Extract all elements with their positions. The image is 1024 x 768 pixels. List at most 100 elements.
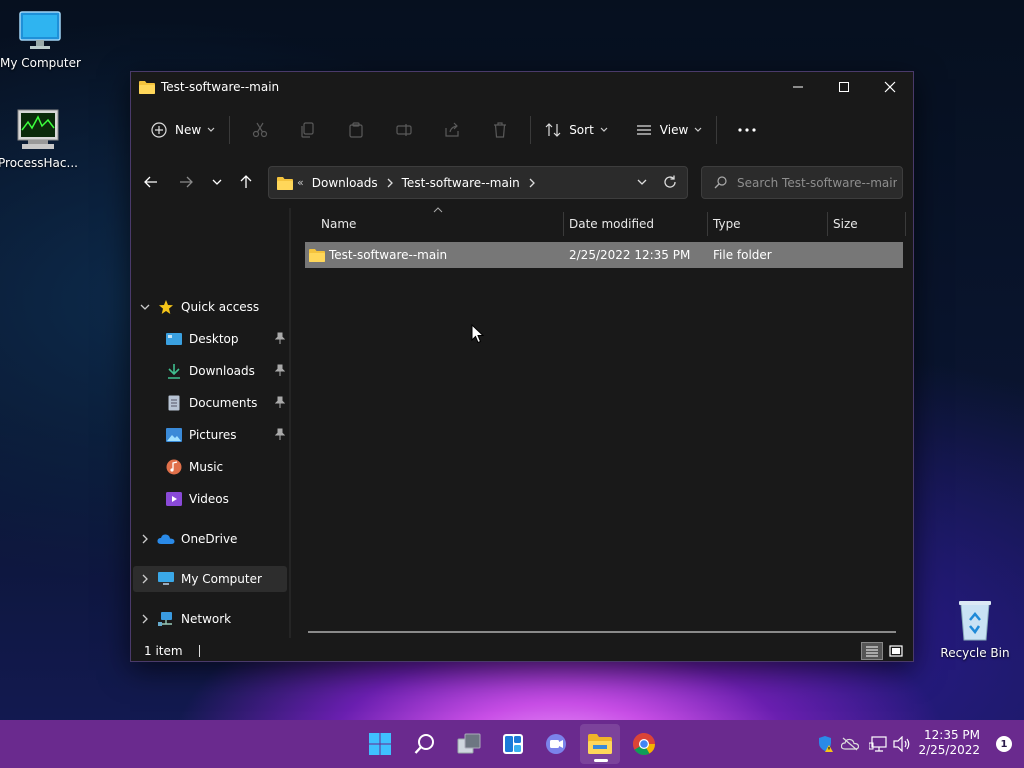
sort-button[interactable]: Sort — [537, 114, 616, 146]
delete-button[interactable] — [476, 114, 524, 146]
desktop-icon-processhacker[interactable]: ProcessHac... — [0, 108, 78, 170]
nav-item-videos[interactable]: Videos — [133, 486, 287, 512]
chevron-down-icon[interactable] — [133, 303, 157, 311]
more-options-button[interactable] — [723, 114, 771, 146]
details-view-icon — [866, 646, 878, 657]
clock-date: 2/25/2022 — [918, 743, 980, 757]
minimize-button[interactable] — [775, 72, 821, 102]
column-divider[interactable] — [707, 212, 708, 236]
chevron-right-icon[interactable] — [133, 614, 157, 624]
details-view-button[interactable] — [861, 642, 883, 660]
network-icon — [157, 611, 175, 627]
search-box[interactable] — [701, 166, 903, 199]
rename-button[interactable] — [380, 114, 428, 146]
nav-item-desktop[interactable]: Desktop — [133, 326, 287, 352]
maximize-button[interactable] — [821, 72, 867, 102]
chevron-right-icon[interactable] — [133, 534, 157, 544]
file-name: Test-software--main — [329, 248, 448, 262]
refresh-button[interactable] — [663, 175, 677, 189]
trash-icon — [494, 122, 507, 138]
sort-button-label: Sort — [569, 123, 594, 137]
new-button-label: New — [175, 123, 202, 137]
up-button[interactable] — [232, 168, 260, 196]
chevron-down-icon — [207, 127, 215, 132]
notification-badge[interactable]: 1 — [996, 736, 1012, 752]
back-button[interactable] — [137, 168, 165, 196]
defender-tray-icon[interactable] — [816, 734, 836, 754]
forward-button[interactable] — [172, 168, 200, 196]
network-tray-icon[interactable] — [868, 734, 888, 754]
new-button[interactable]: New — [143, 114, 223, 146]
start-button[interactable] — [360, 724, 400, 764]
breadcrumb-overflow[interactable]: « — [297, 176, 304, 189]
maximize-icon — [839, 82, 849, 92]
nav-item-music[interactable]: Music — [133, 454, 287, 480]
nav-network[interactable]: Network — [133, 606, 287, 632]
title-bar[interactable]: Test-software--main — [131, 72, 913, 102]
nav-item-pictures[interactable]: Pictures — [133, 422, 287, 448]
onedrive-tray-icon[interactable] — [840, 734, 860, 754]
search-input[interactable] — [737, 175, 897, 190]
nav-item-label: Quick access — [181, 300, 260, 314]
widgets-button[interactable] — [493, 724, 533, 764]
nav-quick-access[interactable]: Quick access — [133, 294, 287, 320]
address-bar[interactable]: « Downloads Test-software--main — [268, 166, 688, 199]
search-icon — [714, 176, 727, 189]
taskbar: 12:35 PM 2/25/2022 1 — [0, 720, 1024, 768]
breadcrumb-downloads[interactable]: Downloads — [312, 176, 378, 190]
nav-item-label: My Computer — [181, 572, 262, 586]
chevron-right-icon[interactable] — [133, 574, 157, 584]
process-hacker-icon — [17, 109, 59, 149]
horizontal-scrollbar[interactable] — [308, 631, 896, 633]
nav-item-label: OneDrive — [181, 532, 238, 546]
shield-warning-icon — [819, 736, 833, 752]
column-header-label: Date modified — [569, 217, 655, 231]
share-button[interactable] — [428, 114, 476, 146]
file-explorer-taskbar-button[interactable] — [580, 724, 620, 764]
paste-button[interactable] — [332, 114, 380, 146]
clock-time: 12:35 PM — [924, 728, 980, 742]
system-clock[interactable]: 12:35 PM 2/25/2022 — [918, 728, 980, 758]
table-row[interactable]: Test-software--main 2/25/2022 12:35 PM F… — [305, 242, 903, 268]
active-app-indicator — [594, 759, 608, 762]
chat-button[interactable] — [537, 724, 577, 764]
large-icons-view-button[interactable] — [885, 642, 907, 660]
view-button[interactable]: View — [628, 114, 710, 146]
column-divider[interactable] — [563, 212, 564, 236]
pin-icon — [274, 332, 286, 347]
column-divider[interactable] — [905, 212, 906, 236]
column-divider[interactable] — [827, 212, 828, 236]
file-type: File folder — [713, 248, 772, 262]
volume-tray-icon[interactable] — [892, 734, 912, 754]
command-bar: New Sort View — [131, 110, 913, 150]
chevron-down-icon — [600, 127, 608, 132]
desktop-icon-my-computer[interactable]: My Computer — [0, 10, 81, 70]
desktop-icon-recycle-bin[interactable]: Recycle Bin — [935, 598, 1015, 660]
desktop-icon-label: ProcessHac... — [0, 156, 78, 170]
column-header-size[interactable]: Size — [833, 212, 858, 236]
star-icon — [157, 299, 175, 315]
large-icons-view-icon — [889, 645, 903, 657]
arrow-right-icon — [180, 176, 193, 188]
nav-item-label: Network — [181, 612, 232, 626]
nav-onedrive[interactable]: OneDrive — [133, 526, 287, 552]
search-taskbar-button[interactable] — [405, 724, 445, 764]
close-button[interactable] — [867, 72, 913, 102]
status-separator — [198, 645, 200, 657]
nav-my-computer[interactable]: My Computer — [133, 566, 287, 592]
column-header-type[interactable]: Type — [713, 212, 741, 236]
breadcrumb-current-folder[interactable]: Test-software--main — [402, 176, 520, 190]
cut-button[interactable] — [236, 114, 284, 146]
copy-button[interactable] — [284, 114, 332, 146]
window-title: Test-software--main — [161, 80, 280, 94]
copy-icon — [301, 122, 314, 138]
nav-item-downloads[interactable]: Downloads — [133, 358, 287, 384]
recent-locations-button[interactable] — [203, 168, 231, 196]
column-header-name[interactable]: Name — [321, 212, 356, 236]
task-view-button[interactable] — [449, 724, 489, 764]
nav-item-documents[interactable]: Documents — [133, 390, 287, 416]
desktop-icon-label: My Computer — [0, 56, 81, 70]
address-history-button[interactable] — [637, 178, 647, 186]
column-header-date[interactable]: Date modified — [569, 212, 654, 236]
chrome-taskbar-button[interactable] — [624, 724, 664, 764]
